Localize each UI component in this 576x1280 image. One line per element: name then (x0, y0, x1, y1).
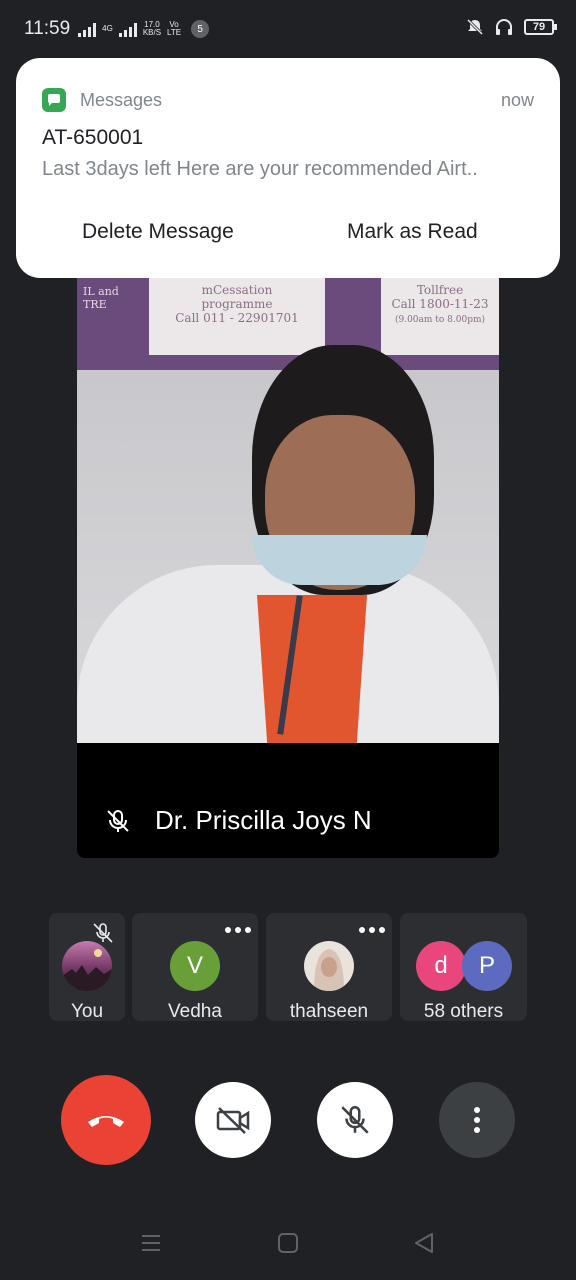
more-vert-icon (474, 1107, 480, 1133)
data-speed: 17.0 KB/S (142, 20, 162, 37)
background-poster-middle: mCessation programme Call 011 - 22901701 (149, 277, 325, 355)
signal-icon (78, 21, 97, 37)
background-poster-left: IL and TRE (77, 279, 135, 349)
notification-sender: AT-650001 (42, 126, 144, 149)
network-type-label: 4G (102, 24, 113, 33)
notification-count-badge: 5 (191, 20, 210, 38)
background-poster-right: Tollfree Call 1800-11-23 (9.00am to 8.00pm… (381, 277, 499, 355)
mic-off-icon (341, 1105, 369, 1134)
muted-mic-icon (93, 923, 113, 943)
participant-tile-you[interactable]: You (49, 913, 125, 1022)
participant-avatar-p: P (462, 941, 512, 991)
user-photo-icon (62, 949, 112, 991)
participant-avatar: V (170, 941, 220, 991)
end-call-button[interactable] (61, 1075, 151, 1165)
camera-toggle-button[interactable] (195, 1082, 271, 1158)
home-icon[interactable] (277, 1232, 299, 1254)
mic-off-icon (107, 810, 129, 832)
more-options-icon[interactable] (225, 927, 251, 933)
notification-time: now (500, 90, 534, 110)
participant-tile-vedha[interactable]: V Vedha (132, 913, 258, 1022)
participant-name: 58 others (423, 1001, 504, 1022)
participant-tile-others[interactable]: d P 58 others (400, 913, 527, 1022)
person-mask (252, 535, 427, 585)
messages-app-icon (42, 88, 66, 112)
notification-body: Last 3days left Here are your recommende… (42, 158, 478, 180)
message-notification[interactable]: Messages now AT-650001 Last 3days left H… (16, 58, 560, 278)
participant-tile-thahseen[interactable]: thahseen (266, 913, 392, 1022)
participant-avatar (304, 941, 354, 991)
signal-icon-2 (118, 21, 137, 37)
mic-toggle-button[interactable] (317, 1082, 393, 1158)
participant-name: thahseen (289, 1001, 369, 1022)
battery-indicator: 79 (524, 19, 557, 35)
headphones-icon (496, 19, 512, 35)
status-bar: 11:59 4G 17.0 KB/S Vo LTE 5 79 (0, 0, 576, 58)
status-time: 11:59 (24, 18, 71, 39)
user-photo-icon (314, 949, 344, 991)
participant-name: You (70, 1001, 104, 1022)
user-avatar (62, 941, 112, 991)
notification-app-name: Messages (80, 90, 163, 110)
main-video-feed[interactable]: IL and TRE mCessation programme Call 011 - … (77, 265, 499, 743)
more-options-icon[interactable] (359, 927, 385, 933)
mark-as-read-button[interactable]: Mark as Read (347, 220, 478, 244)
participant-avatar-d: d (416, 941, 466, 991)
more-options-button[interactable] (439, 1082, 515, 1158)
silent-bell-icon (466, 18, 484, 36)
delete-message-button[interactable]: Delete Message (82, 220, 234, 244)
back-icon[interactable] (413, 1232, 435, 1254)
camera-off-icon (216, 1107, 250, 1134)
recents-icon[interactable] (140, 1232, 162, 1254)
end-call-icon (88, 1116, 124, 1127)
person-shirt (257, 595, 367, 743)
speaker-name: Dr. Priscilla Joys N (155, 805, 372, 835)
participant-name: Vedha (168, 1001, 222, 1022)
speaker-name-strip: Dr. Priscilla Joys N (77, 743, 499, 858)
volte-indicator: Vo LTE (167, 20, 182, 37)
